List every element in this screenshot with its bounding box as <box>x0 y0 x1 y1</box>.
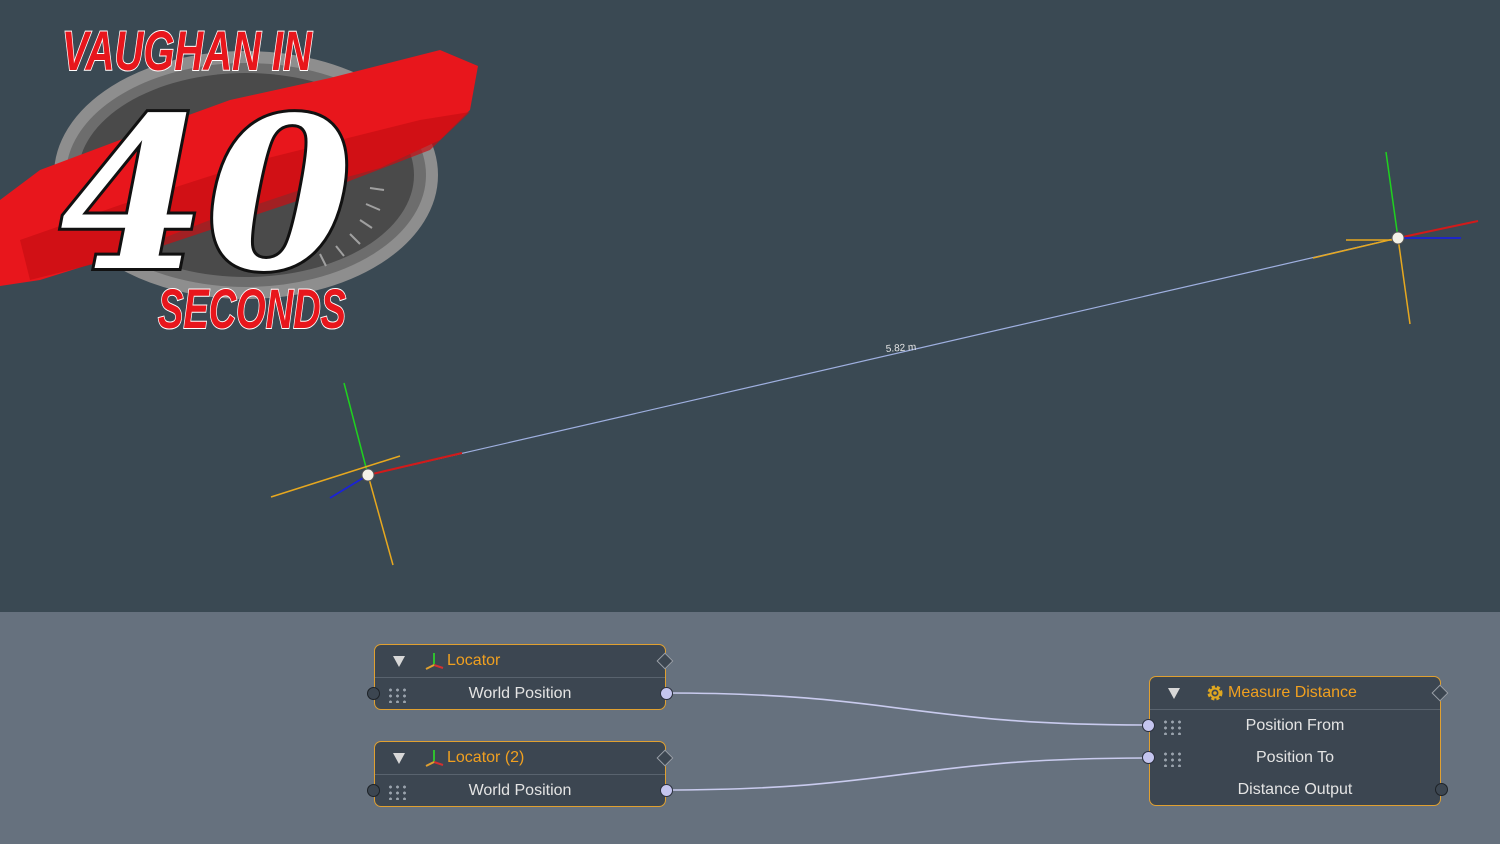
logo-title-line1: VAUGHAN IN <box>62 19 313 82</box>
locator-1-gizmo[interactable] <box>270 382 463 566</box>
input-port[interactable] <box>1142 751 1155 764</box>
output-port[interactable] <box>1435 783 1448 796</box>
node-title: Locator (2) <box>447 749 525 766</box>
wire-locator-to-position-from <box>664 692 1150 726</box>
locator-node[interactable]: Locator World Position <box>367 644 674 710</box>
node-header[interactable]: Locator (2) <box>375 742 674 775</box>
locator-2-node[interactable]: Locator (2) World Position <box>367 741 674 807</box>
node-title: Measure Distance <box>1228 684 1357 701</box>
channel-row[interactable]: Position From <box>1142 710 1440 742</box>
node-title: Locator <box>447 652 501 669</box>
vaughan-in-40-seconds-logo: 40 VAUGHAN IN SECONDS <box>0 18 478 340</box>
node-header[interactable]: Measure Distance <box>1150 677 1449 710</box>
node-header[interactable]: Locator <box>375 645 674 678</box>
3d-viewport[interactable]: 5.82 m 40 VAUGHAN IN SECONDS <box>0 0 1500 612</box>
collapse-triangle-icon[interactable] <box>393 752 405 764</box>
wire-locator2-to-position-to <box>664 757 1150 791</box>
input-port[interactable] <box>367 784 380 797</box>
output-port[interactable] <box>660 687 673 700</box>
channel-label: Distance Output <box>1237 781 1353 798</box>
measure-distance-node[interactable]: Measure Distance Position From Position … <box>1142 676 1449 806</box>
drag-grip-icon[interactable] <box>1162 751 1182 767</box>
measure-distance-line <box>367 237 1399 476</box>
drag-grip-icon[interactable] <box>1162 719 1182 735</box>
output-port[interactable] <box>660 784 673 797</box>
drag-grip-icon[interactable] <box>387 687 407 703</box>
channel-label: World Position <box>468 782 572 799</box>
channel-row[interactable]: Distance Output <box>1150 774 1448 806</box>
schematic-view[interactable]: Locator World Position Locator (2) World… <box>0 612 1500 844</box>
channel-row[interactable]: World Position <box>367 678 673 710</box>
locator-2-gizmo[interactable] <box>1312 151 1479 325</box>
drag-grip-icon[interactable] <box>387 784 407 800</box>
input-port[interactable] <box>1142 719 1155 732</box>
channel-row[interactable]: Position To <box>1142 742 1440 774</box>
collapse-triangle-icon[interactable] <box>393 655 405 667</box>
channel-label: Position To <box>1256 749 1334 766</box>
locator-axes-icon <box>425 653 444 670</box>
channel-row[interactable]: World Position <box>367 775 673 807</box>
logo-title-line2: SECONDS <box>158 277 346 340</box>
measurement-label: 5.82 m <box>885 342 916 355</box>
locator-axes-icon <box>425 750 444 767</box>
input-port[interactable] <box>367 687 380 700</box>
channel-label: Position From <box>1245 717 1345 734</box>
channel-label: World Position <box>468 685 572 702</box>
collapse-triangle-icon[interactable] <box>1168 687 1180 699</box>
gear-icon <box>1207 685 1223 701</box>
